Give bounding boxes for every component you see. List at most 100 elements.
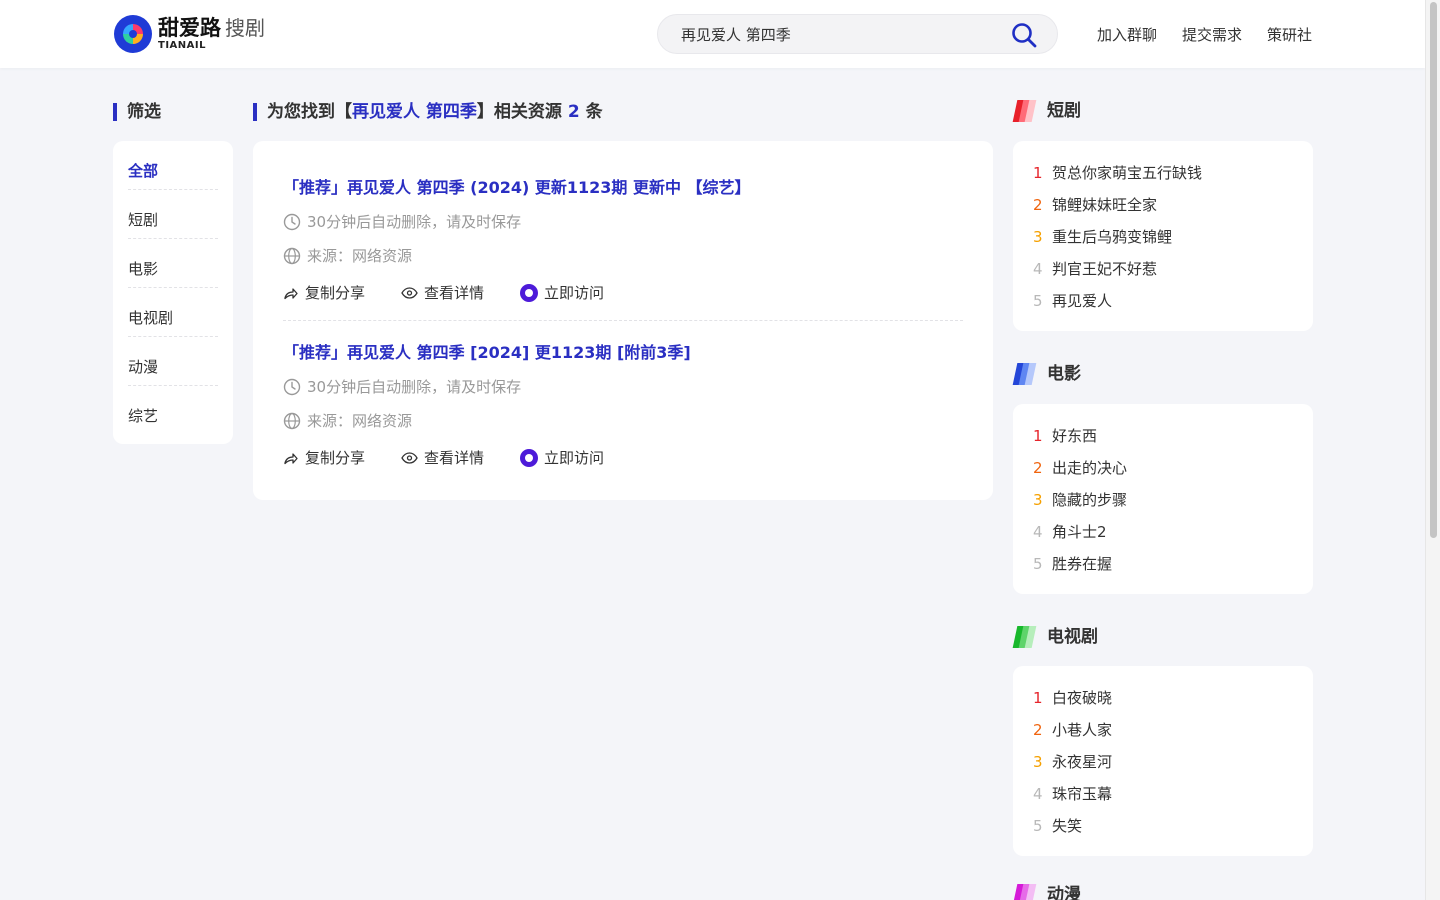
share-icon	[284, 452, 298, 464]
eye-icon	[401, 286, 418, 299]
rank-item[interactable]: 1 好东西	[1033, 420, 1293, 452]
rank-item[interactable]: 1 贺总你家萌宝五行缺钱	[1033, 157, 1293, 189]
filter-title: 筛选	[113, 102, 161, 122]
rank-list-short-drama: 1 贺总你家萌宝五行缺钱 2 锦鲤妹妹旺全家 3 重生后乌鸦变锦鲤 4 判官王妃不好惹 …	[1013, 141, 1313, 331]
visit-now-button[interactable]: 立即访问	[520, 447, 604, 468]
view-detail-button[interactable]: 查看详情	[401, 282, 484, 303]
rank-number: 1	[1033, 689, 1043, 707]
rank-item[interactable]: 4 判官王妃不好惹	[1033, 253, 1293, 285]
site-logo[interactable]: 甜爱路 搜剧 TIANAIL	[114, 14, 265, 54]
rank-number: 2	[1033, 721, 1043, 739]
rank-item[interactable]: 1 白夜破晓	[1033, 682, 1293, 714]
rank-item-label: 再见爱人	[1052, 292, 1113, 310]
results-query: 再见爱人 第四季	[352, 102, 477, 122]
rank-number: 2	[1033, 196, 1043, 214]
filter-all[interactable]: 全部	[128, 141, 218, 190]
top-header: 甜爱路 搜剧 TIANAIL 加入群聊 提交需求 策研社	[0, 0, 1425, 68]
results-heading: 为您找到【再见爱人 第四季】相关资源 2 条	[253, 102, 603, 122]
rank-item[interactable]: 3 永夜星河	[1033, 746, 1293, 778]
results-list: 「推荐」再见爱人 第四季 (2024) 更新1123期 更新中 【综艺】 30分…	[253, 141, 993, 500]
rank-item[interactable]: 2 锦鲤妹妹旺全家	[1033, 189, 1293, 221]
nav-ceyanshe[interactable]: 策研社	[1267, 24, 1312, 45]
rank-item[interactable]: 5 失笑	[1033, 810, 1293, 842]
results-count: 2	[567, 102, 580, 122]
source-label: 来源：网络资源	[307, 247, 413, 265]
rank-title-label: 动漫	[1047, 885, 1081, 900]
logo-brand: 甜爱路	[158, 15, 221, 40]
copy-share-button[interactable]: 复制分享	[283, 447, 365, 468]
search-icon[interactable]	[1011, 22, 1037, 48]
view-detail-label: 查看详情	[424, 284, 485, 302]
rank-item[interactable]: 2 出走的决心	[1033, 452, 1293, 484]
nav-join-group[interactable]: 加入群聊	[1097, 24, 1157, 45]
rank-number: 2	[1033, 459, 1043, 477]
result-item: 「推荐」再见爱人 第四季 (2024) 更新1123期 更新中 【综艺】 30分…	[283, 141, 963, 321]
rank-number: 3	[1033, 491, 1043, 509]
rank-item-label: 角斗士2	[1052, 523, 1107, 541]
rank-item[interactable]: 3 重生后乌鸦变锦鲤	[1033, 221, 1293, 253]
rank-item[interactable]: 5 再见爱人	[1033, 285, 1293, 317]
rank-item[interactable]: 2 小巷人家	[1033, 714, 1293, 746]
filter-anime[interactable]: 动漫	[128, 337, 218, 386]
copy-share-button[interactable]: 复制分享	[283, 282, 365, 303]
filter-tv-series[interactable]: 电视剧	[128, 288, 218, 337]
result-title[interactable]: 「推荐」再见爱人 第四季 [2024] 更1123期 [附前3季]	[283, 339, 691, 363]
rank-item[interactable]: 3 隐藏的步骤	[1033, 484, 1293, 516]
rank-list-tv-series: 1 白夜破晓 2 小巷人家 3 永夜星河 4 珠帘玉幕 5 失笑	[1013, 666, 1313, 856]
scrollbar-thumb[interactable]	[1430, 2, 1437, 538]
filter-short-drama[interactable]: 短剧	[128, 190, 218, 239]
nav-submit-request[interactable]: 提交需求	[1182, 24, 1242, 45]
rank-title-label: 电影	[1047, 364, 1081, 384]
logo-sub: 搜剧	[225, 15, 265, 40]
rank-item-label: 小巷人家	[1052, 721, 1113, 739]
rank-title-movie: 电影	[1012, 363, 1081, 385]
rank-number: 4	[1033, 523, 1043, 541]
result-title[interactable]: 「推荐」再见爱人 第四季 (2024) 更新1123期 更新中 【综艺】	[283, 174, 751, 198]
rank-item-label: 判官王妃不好惹	[1052, 260, 1158, 278]
results-suffix: 条	[579, 102, 603, 122]
share-icon	[284, 287, 298, 299]
expire-note: 30分钟后自动删除，请及时保存	[307, 213, 522, 231]
result-item: 「推荐」再见爱人 第四季 [2024] 更1123期 [附前3季] 30分钟后自…	[283, 321, 963, 486]
visit-now-label: 立即访问	[544, 284, 605, 302]
visit-icon	[520, 448, 539, 467]
rank-number: 4	[1033, 785, 1043, 803]
rank-number: 3	[1033, 753, 1043, 771]
filter-movie[interactable]: 电影	[128, 239, 218, 288]
rank-title-label: 短剧	[1047, 101, 1081, 121]
rank-mark-icon	[1012, 884, 1037, 900]
rank-mark-icon	[1012, 100, 1037, 122]
rank-item[interactable]: 4 角斗士2	[1033, 516, 1293, 548]
eye-icon	[401, 451, 418, 464]
rank-item[interactable]: 4 珠帘玉幕	[1033, 778, 1293, 810]
visit-icon	[520, 283, 539, 302]
rank-number: 3	[1033, 228, 1043, 246]
results-middle: 】相关资源	[476, 102, 568, 122]
rank-number: 5	[1033, 555, 1043, 573]
rank-number: 5	[1033, 292, 1043, 310]
page-scrollbar[interactable]	[1425, 0, 1440, 900]
filter-panel: 全部 短剧 电影 电视剧 动漫 综艺	[113, 141, 233, 444]
rank-number: 1	[1033, 427, 1043, 445]
rank-list-movie: 1 好东西 2 出走的决心 3 隐藏的步骤 4 角斗士2 5 胜券在握	[1013, 404, 1313, 594]
rank-number: 5	[1033, 817, 1043, 835]
rank-item-label: 珠帘玉幕	[1052, 785, 1113, 803]
rank-item-label: 胜券在握	[1052, 555, 1113, 573]
search-input[interactable]	[681, 15, 1001, 53]
rank-title-label: 电视剧	[1047, 627, 1098, 647]
logo-icon	[114, 15, 152, 53]
globe-icon	[283, 412, 301, 429]
view-detail-button[interactable]: 查看详情	[401, 447, 484, 468]
rank-item-label: 重生后乌鸦变锦鲤	[1052, 228, 1173, 246]
rank-item[interactable]: 5 胜券在握	[1033, 548, 1293, 580]
filter-variety[interactable]: 综艺	[128, 386, 218, 435]
visit-now-button[interactable]: 立即访问	[520, 282, 604, 303]
rank-item-label: 失笑	[1052, 817, 1083, 835]
rank-item-label: 永夜星河	[1052, 753, 1113, 771]
rank-title-tv-series: 电视剧	[1012, 626, 1098, 648]
rank-item-label: 出走的决心	[1052, 459, 1128, 477]
rank-item-label: 好东西	[1052, 427, 1098, 445]
copy-share-label: 复制分享	[305, 284, 366, 302]
rank-number: 1	[1033, 164, 1043, 182]
view-detail-label: 查看详情	[424, 449, 485, 467]
